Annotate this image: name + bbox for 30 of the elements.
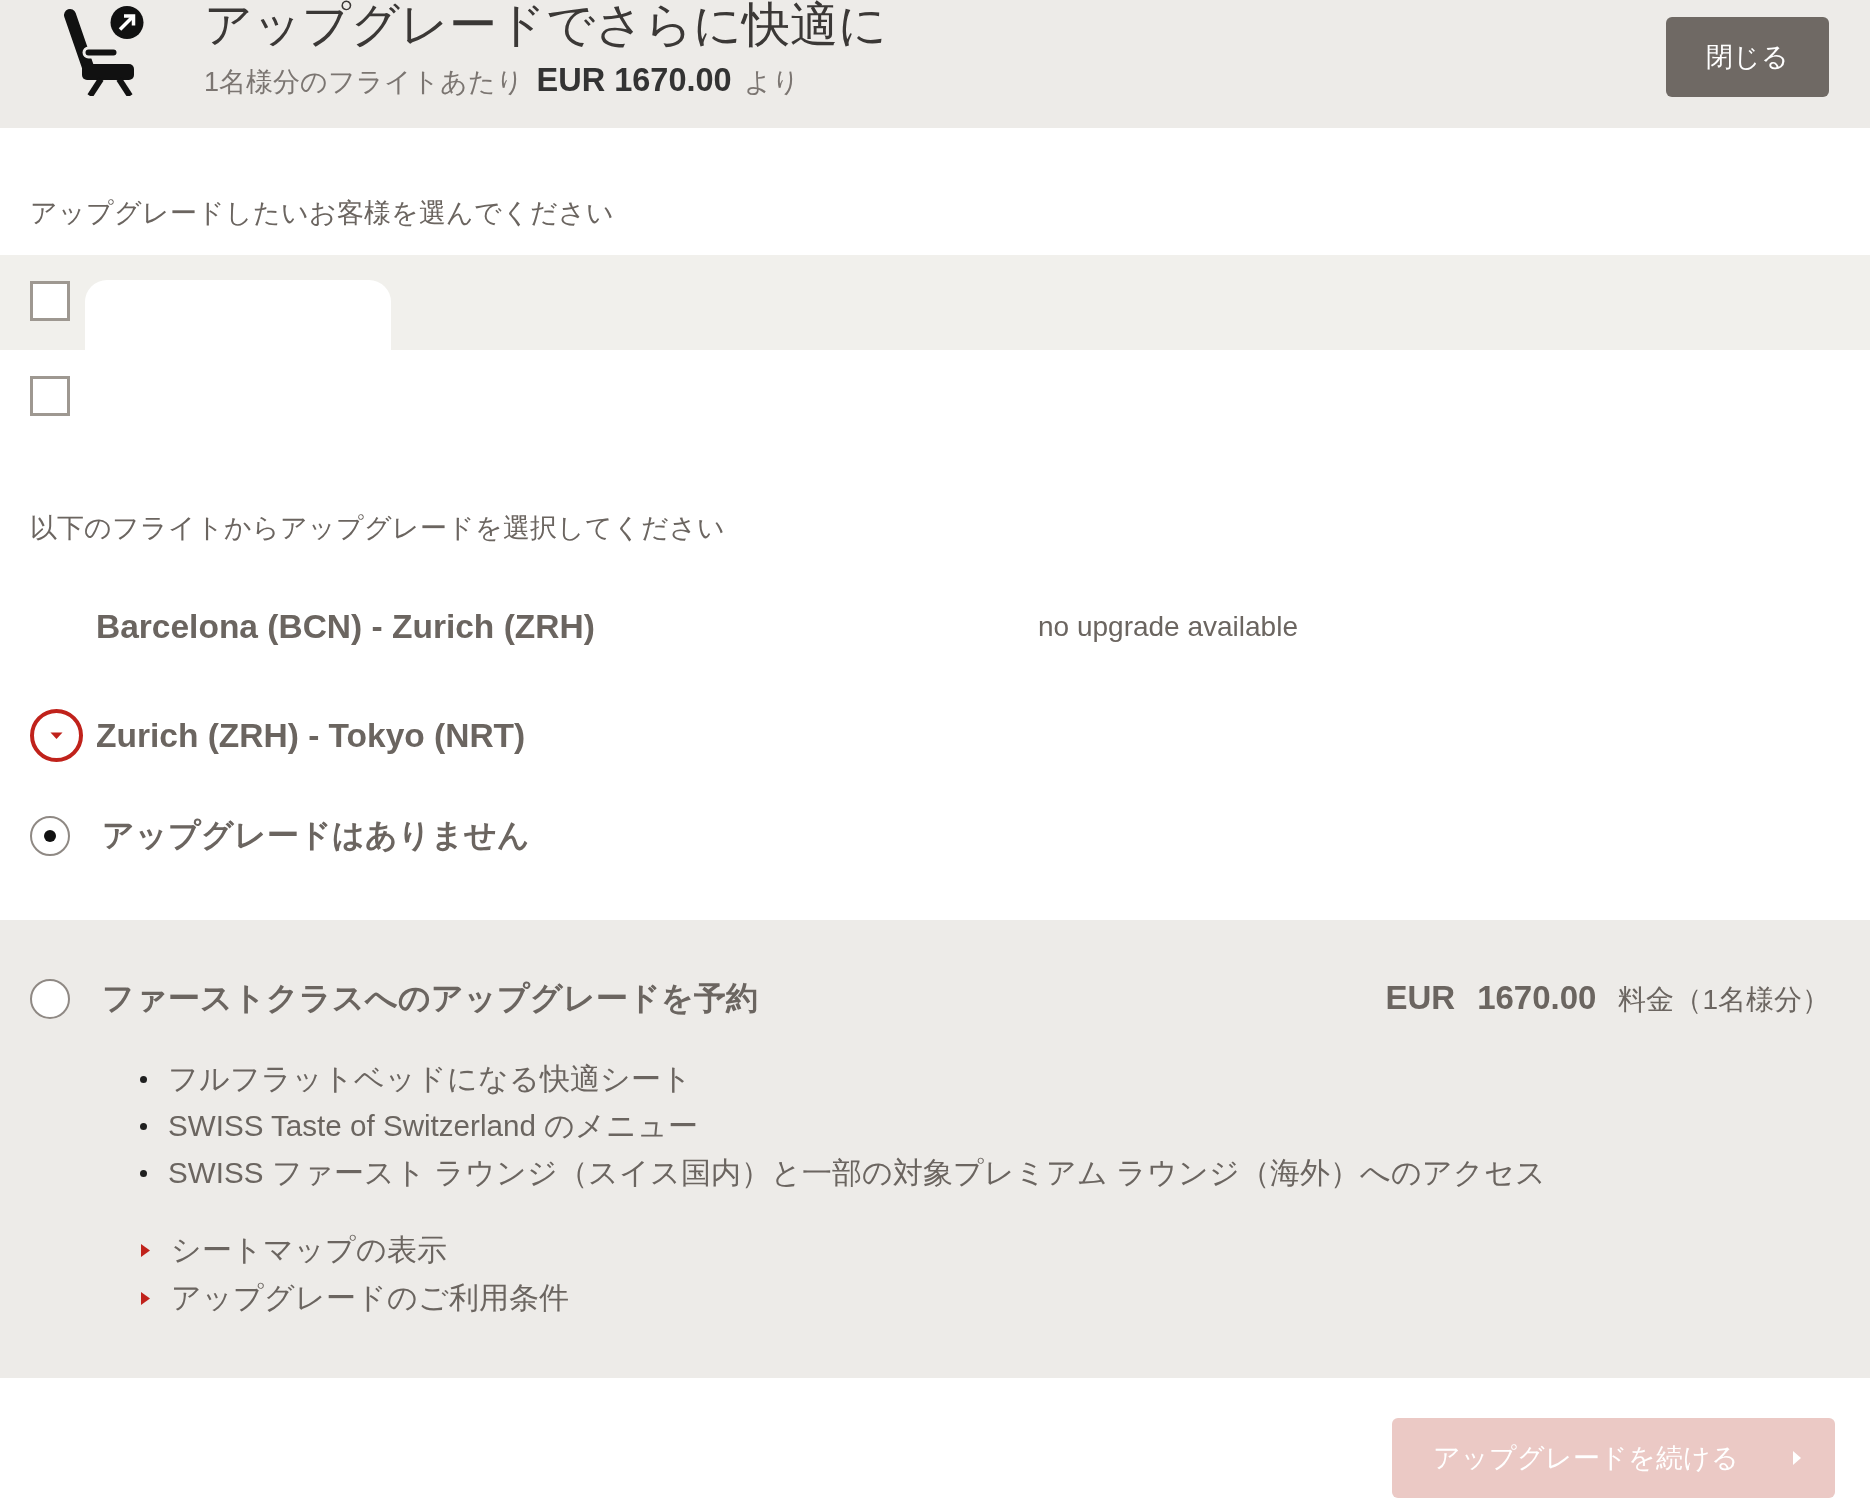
radio-button[interactable] (30, 979, 70, 1019)
page-title: アップグレードでさらに快適に (204, 0, 888, 50)
feature-text: SWISS Taste of Switzerland のメニュー (168, 1108, 699, 1144)
feature-text: フルフラットベッドになる快適シート (168, 1061, 692, 1097)
price-subtitle: 1名様分のフライトあたり EUR 1670.00 より (204, 62, 802, 100)
option-label: アップグレードはありません (102, 816, 530, 855)
feature-text: SWISS ファースト ラウンジ（スイス国内）と一部の対象プレミアム ラウンジ（海外）へのアクセス (168, 1155, 1547, 1191)
bullet-icon (140, 1123, 147, 1130)
caret-icon (1793, 1451, 1801, 1465)
bullet-icon (140, 1170, 147, 1177)
radio-button[interactable] (30, 816, 70, 856)
section-heading: 以下のフライトからアップグレードを選択してください (30, 512, 725, 545)
info-link[interactable]: アップグレードのご利用条件 (171, 1277, 569, 1319)
close-button[interactable]: 閉じる (1666, 17, 1829, 97)
option-label: ファーストクラスへのアップグレードを予約 (102, 979, 758, 1018)
caret-icon (141, 1243, 150, 1257)
seat-icon (62, 6, 144, 96)
currency: EUR (1385, 979, 1456, 1017)
bullet-icon (140, 1076, 147, 1083)
section-heading: アップグレードしたいお客様を選んでください (30, 197, 614, 230)
price-note: 料金（1名様分） (1618, 983, 1830, 1017)
caret-icon (141, 1291, 150, 1305)
passenger-checkbox[interactable] (30, 281, 70, 321)
flight-route: Zurich (ZRH) - Tokyo (NRT) (96, 716, 526, 754)
expand-toggle-icon[interactable] (30, 709, 83, 762)
flight-route: Barcelona (BCN) - Zurich (ZRH) (96, 607, 595, 645)
passenger-checkbox[interactable] (30, 376, 70, 416)
availability-note: no upgrade available (1038, 610, 1298, 643)
price: 1670.00 (1477, 979, 1597, 1017)
info-link[interactable]: シートマップの表示 (171, 1229, 447, 1271)
